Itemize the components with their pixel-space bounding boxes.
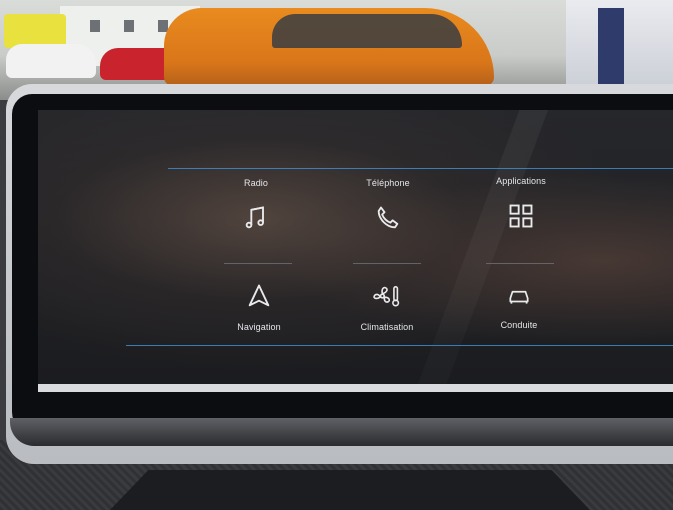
tile-navigation[interactable]: Navigation xyxy=(204,282,314,332)
tile-divider xyxy=(486,263,554,264)
background-white-car xyxy=(6,44,96,78)
background-blue-panel xyxy=(598,8,624,92)
tile-applications[interactable]: Applications xyxy=(466,176,576,230)
accent-line-bottom xyxy=(126,345,673,346)
background-yellow-sign xyxy=(4,14,66,48)
fan-thermometer-icon xyxy=(373,285,400,307)
tile-conduite[interactable]: Conduite xyxy=(464,282,574,330)
tile-applications-label: Applications xyxy=(496,176,546,186)
tile-divider xyxy=(353,263,421,264)
tile-climatisation-label: Climatisation xyxy=(360,322,414,332)
tile-radio[interactable]: Radio xyxy=(201,178,311,232)
tile-telephone-label: Téléphone xyxy=(366,178,410,188)
bezel-trim xyxy=(38,384,673,392)
accent-line-top xyxy=(168,168,673,169)
grid-icon xyxy=(509,204,533,228)
tile-divider xyxy=(224,263,292,264)
tile-navigation-label: Navigation xyxy=(237,322,281,332)
navigation-arrow-icon xyxy=(248,284,270,307)
phone-icon xyxy=(377,206,399,229)
air-vent xyxy=(110,470,590,510)
car-icon xyxy=(509,290,529,304)
infotainment-screen: Radio Téléphone Applications Navigation xyxy=(38,110,673,384)
background-car-window xyxy=(272,14,462,48)
tile-telephone[interactable]: Téléphone xyxy=(333,178,443,232)
tile-climatisation[interactable]: Climatisation xyxy=(332,282,442,332)
music-note-icon xyxy=(245,206,264,229)
tile-conduite-label: Conduite xyxy=(500,320,538,330)
tile-radio-label: Radio xyxy=(243,178,268,188)
diagonal-panel xyxy=(418,110,548,384)
bezel-lower-lip xyxy=(10,418,673,446)
